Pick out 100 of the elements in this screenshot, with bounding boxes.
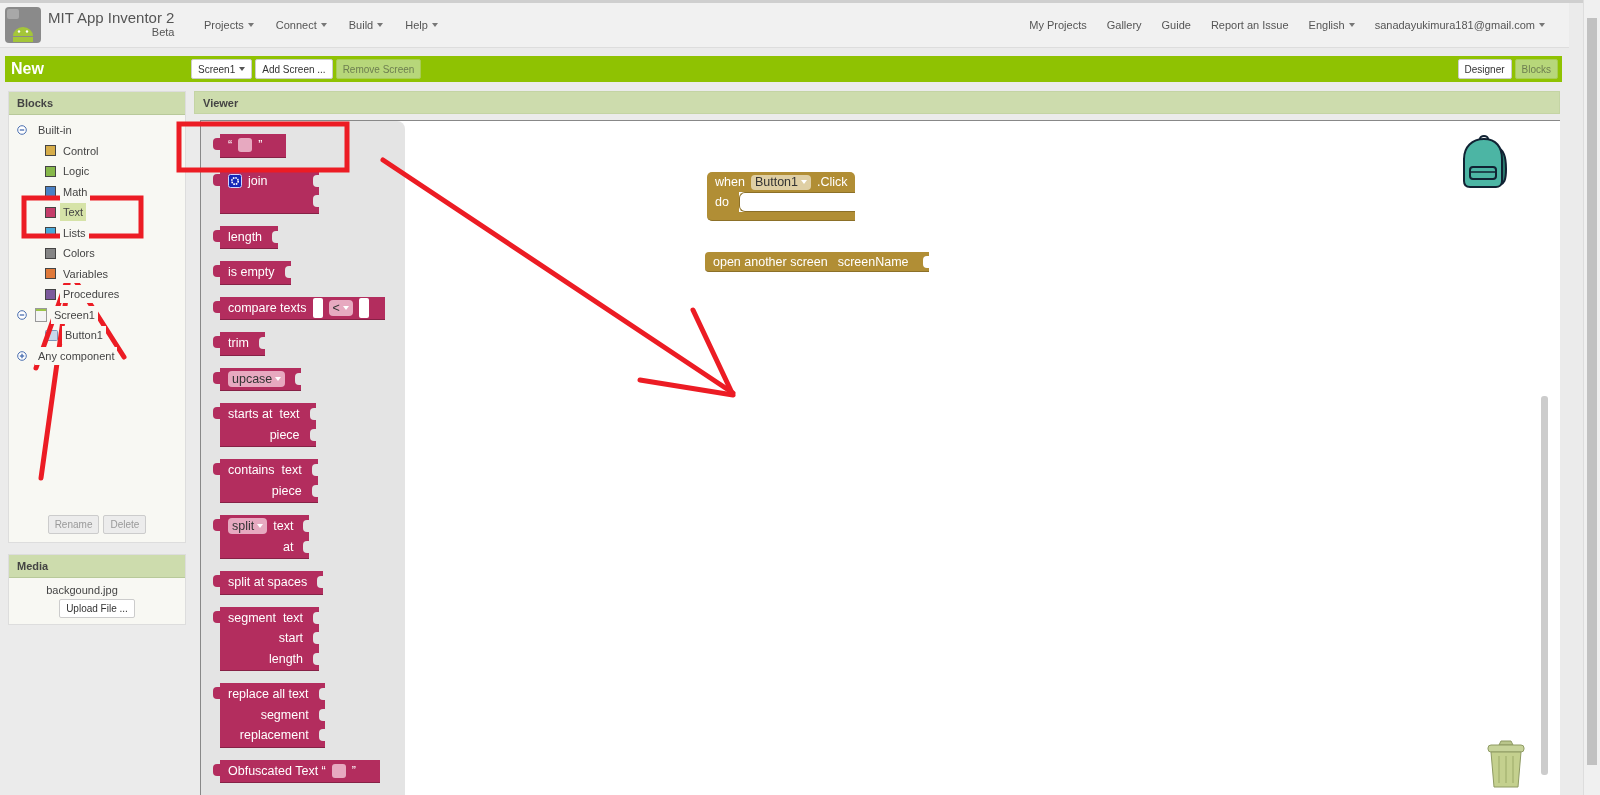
block-label: replace all text — [228, 687, 309, 702]
input-socket[interactable] — [318, 729, 325, 742]
block-label: compare texts — [228, 300, 307, 315]
tree-item[interactable]: Screen1 — [51, 305, 98, 324]
input-socket[interactable] — [313, 632, 320, 645]
caret-icon — [431, 23, 438, 27]
input-socket[interactable] — [303, 520, 310, 533]
nav-link[interactable]: English — [1308, 19, 1355, 31]
input-socket[interactable] — [313, 652, 320, 665]
input-socket[interactable] — [358, 297, 369, 318]
panel-title: Viewer — [194, 91, 1560, 114]
block-label: “ — [228, 138, 233, 153]
input-socket[interactable] — [318, 708, 325, 721]
panel-title: Blocks — [9, 92, 185, 115]
media-file[interactable]: backgound.jpg — [46, 584, 118, 596]
block-label: .Click — [817, 175, 848, 189]
block-label: piece — [271, 483, 302, 498]
component-dropdown[interactable]: Button1 — [750, 174, 811, 190]
input-socket[interactable] — [309, 408, 316, 421]
upload-button[interactable]: Upload File ... — [59, 599, 135, 618]
caret-icon — [377, 23, 384, 27]
input-socket[interactable] — [311, 484, 318, 497]
block-label: piece — [269, 427, 300, 442]
block-label: length — [269, 651, 304, 666]
input-socket[interactable] — [258, 337, 265, 350]
tree-item[interactable]: Text — [60, 203, 87, 222]
scroll-bar[interactable] — [1587, 18, 1597, 765]
input-socket[interactable] — [313, 195, 320, 208]
collapse-icon[interactable] — [17, 125, 27, 136]
block-label: open another screen — [713, 254, 828, 269]
nav-link[interactable]: Gallery — [1106, 19, 1142, 31]
input-socket[interactable] — [311, 464, 318, 477]
operator-dropdown[interactable]: < — [328, 299, 353, 316]
block-label: contains text — [228, 463, 302, 478]
menu-item[interactable]: Projects — [204, 19, 254, 31]
caret-icon — [1348, 23, 1355, 27]
block-label: starts at text — [228, 407, 300, 422]
input-socket[interactable] — [313, 174, 320, 187]
input-socket[interactable] — [313, 611, 320, 624]
text-slot[interactable] — [238, 138, 253, 153]
nav-link[interactable]: My Projects — [1029, 19, 1087, 31]
block-label: segment — [260, 707, 309, 722]
nav-link[interactable]: Guide — [1161, 19, 1191, 31]
scroll-bar[interactable] — [1541, 396, 1548, 775]
text-slot[interactable] — [331, 763, 346, 778]
input-socket[interactable] — [272, 230, 279, 243]
block-label: at — [282, 539, 294, 554]
input-socket[interactable] — [295, 372, 302, 385]
panel-title: Media — [9, 555, 185, 578]
gear-icon[interactable] — [228, 173, 242, 188]
block-label: join — [248, 173, 268, 188]
caret-icon — [801, 180, 807, 184]
block-label: Obfuscated Text “ — [228, 763, 326, 778]
backpack-icon[interactable] — [1460, 135, 1510, 191]
block-label: ” — [351, 763, 356, 778]
block-label: trim — [228, 336, 249, 351]
input-socket[interactable] — [303, 540, 310, 553]
function-dropdown[interactable]: split — [228, 518, 268, 535]
caret-icon — [1539, 23, 1545, 27]
block-label: is empty — [228, 265, 275, 280]
logo-icon[interactable] — [4, 6, 42, 44]
tree-item[interactable]: Button1 — [62, 326, 106, 345]
button-icon — [45, 329, 58, 341]
tree-item[interactable]: Any component — [35, 346, 118, 365]
menu-item[interactable]: Build — [348, 19, 384, 31]
nav-link[interactable]: sanadayukimura181@gmail.com — [1374, 19, 1545, 31]
block-label: segment text — [228, 610, 304, 625]
block-label: do — [715, 195, 729, 209]
project-title: New — [11, 60, 45, 78]
caret-icon — [342, 305, 349, 310]
collapse-icon[interactable] — [17, 309, 27, 320]
screen-picker[interactable]: Screen1 — [191, 59, 253, 79]
input-socket[interactable] — [284, 266, 291, 279]
nav-link[interactable]: Report an Issue — [1210, 19, 1289, 31]
event-block[interactable]: when Button1 .Click do — [707, 172, 855, 221]
block-label: screenName — [837, 254, 909, 269]
caret-icon — [320, 23, 327, 27]
input-socket[interactable] — [312, 297, 323, 318]
expand-icon[interactable] — [17, 350, 27, 361]
input-socket[interactable] — [922, 255, 929, 268]
caret-icon — [247, 23, 254, 27]
trash-icon[interactable] — [1486, 737, 1526, 789]
toolbar-button[interactable]: Add Screen ... — [255, 59, 333, 79]
menu-item[interactable]: Help — [405, 19, 438, 31]
function-dropdown[interactable]: upcase — [228, 370, 286, 387]
input-socket[interactable] — [317, 576, 324, 589]
block-label: replacement — [239, 728, 309, 743]
block-label: length — [228, 229, 263, 244]
caret-icon — [257, 524, 264, 529]
edition-label: Beta — [151, 25, 175, 39]
view-tab[interactable]: Designer — [1457, 59, 1512, 79]
screen-icon — [35, 307, 47, 322]
input-socket[interactable] — [309, 428, 316, 441]
menu-item[interactable]: Connect — [275, 19, 327, 31]
block-label: start — [278, 631, 304, 646]
input-socket[interactable] — [318, 688, 325, 701]
block-label: text — [273, 519, 294, 534]
block-label: split at spaces — [228, 575, 308, 590]
caret-icon — [239, 67, 246, 71]
block-label: ” — [258, 138, 263, 153]
